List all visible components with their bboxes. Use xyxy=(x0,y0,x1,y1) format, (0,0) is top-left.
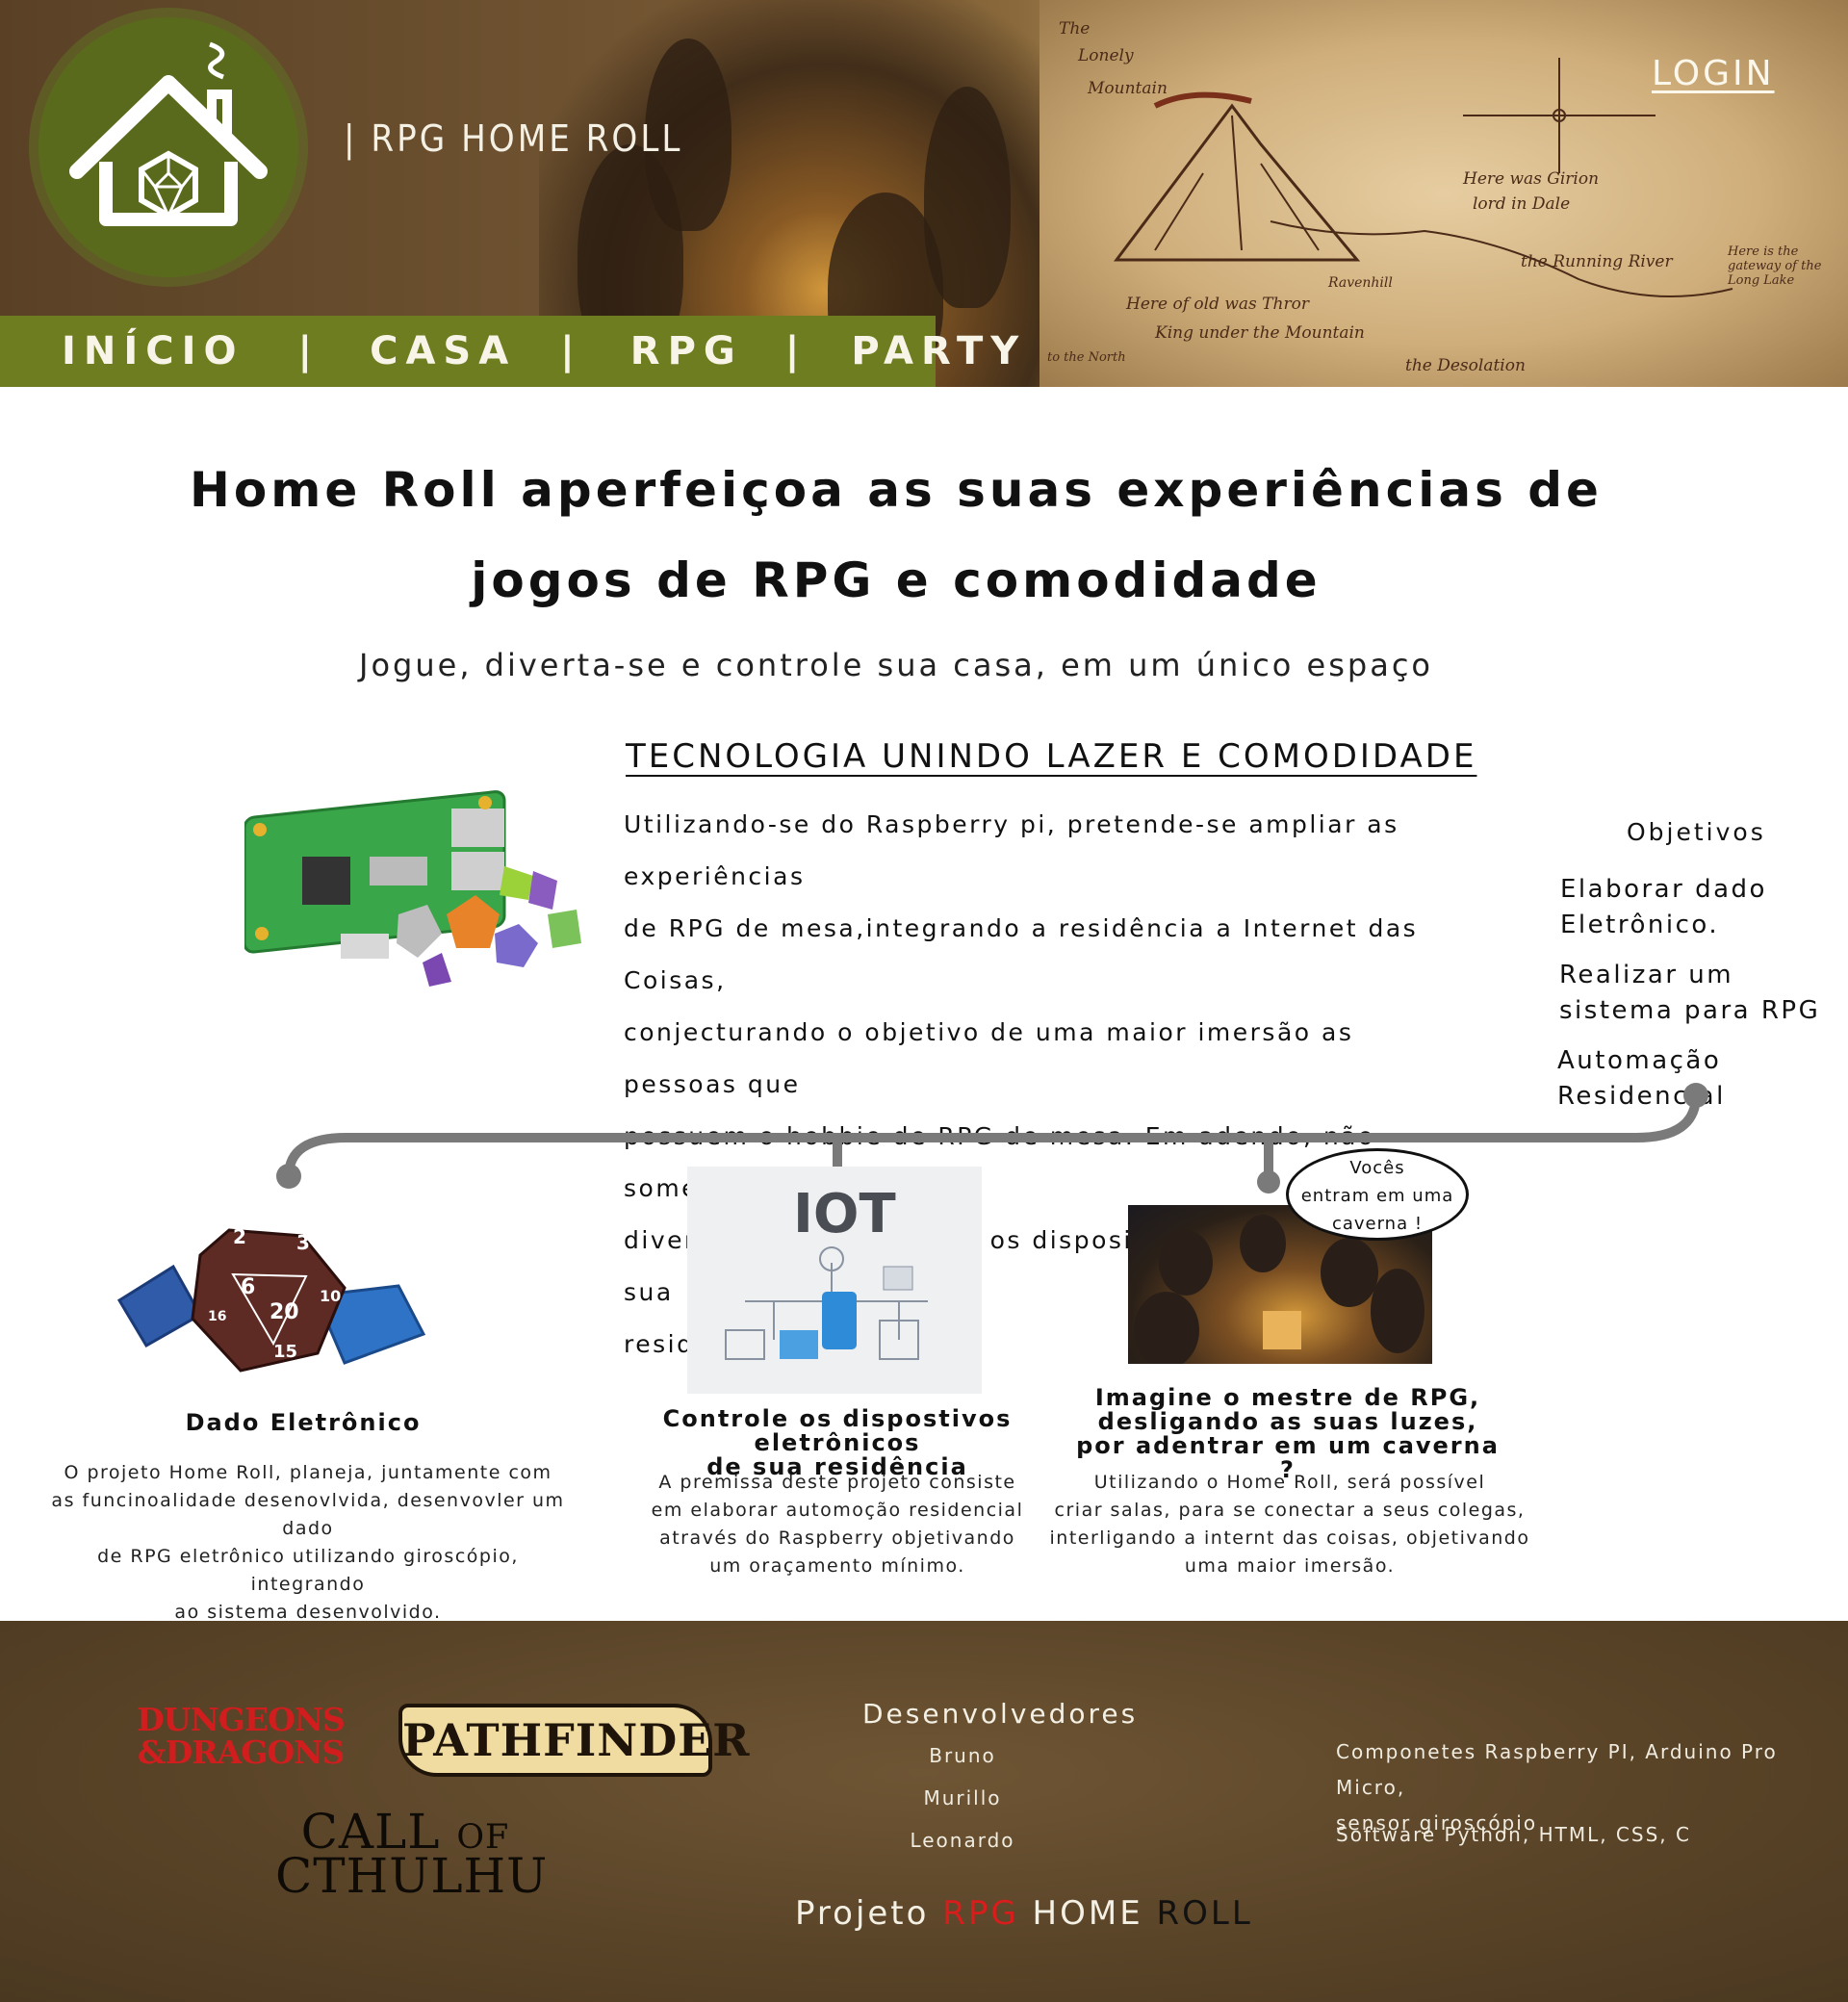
card-body: O projeto Home Roll, planeja, juntamente… xyxy=(38,1459,578,1627)
card-body-line: através do Raspberry objetivando xyxy=(659,1527,1015,1549)
project-rpg: RPG xyxy=(942,1894,1019,1933)
card-body: Utilizando o Home Roll, será possível cr… xyxy=(1049,1469,1530,1580)
components-line: Componetes Raspberry PI, Arduino Pro Mic… xyxy=(1336,1740,1778,1799)
dice-number: 15 xyxy=(273,1342,297,1362)
logo-line: &DRAGONS xyxy=(137,1733,345,1771)
developers-title: Desenvolvedores xyxy=(862,1698,1139,1730)
iot-image: IOT xyxy=(687,1167,982,1394)
project-prefix: Projeto xyxy=(795,1894,943,1933)
dice-number: 20 xyxy=(270,1300,299,1324)
card-body-line: uma maior imersão. xyxy=(1184,1555,1396,1577)
card-title: Imagine o mestre de RPG, desligando as s… xyxy=(1068,1386,1507,1482)
developer-name: Murillo xyxy=(923,1786,1002,1810)
dungeons-dragons-logo[interactable]: DUNGEONS &DRAGONS xyxy=(125,1704,356,1769)
dice-number: 2 xyxy=(233,1225,246,1248)
card-title-line: desligando as suas luzes, xyxy=(1097,1408,1478,1435)
developer-name: Leonardo xyxy=(910,1829,1015,1852)
project-title: Projeto RPG HOME ROLL xyxy=(795,1894,1253,1933)
card-body-line: as funcinoalidade desenovlvida, desenvov… xyxy=(51,1490,565,1539)
dice-number: 16 xyxy=(208,1309,226,1324)
bubble-line: entram em uma xyxy=(1300,1186,1454,1206)
bubble-line: Vocês xyxy=(1349,1158,1405,1178)
card-body-line: A premissa deste projeto consiste xyxy=(658,1472,1016,1493)
project-roll: ROLL xyxy=(1156,1894,1253,1933)
card-body-line: interligando a internt das coisas, objet… xyxy=(1049,1527,1530,1549)
card-title-line: Dado Eletrônico xyxy=(185,1409,422,1436)
logo-line: CTHULHU xyxy=(275,1848,549,1904)
dice-number: 6 xyxy=(241,1275,255,1299)
speech-bubble: Vocês entram em uma caverna ! xyxy=(1286,1148,1469,1241)
electronic-dice-image: 2 3 6 20 15 16 10 xyxy=(114,1219,427,1373)
dice-number: 10 xyxy=(320,1287,341,1305)
card-body-line: Utilizando o Home Roll, será possível xyxy=(1093,1472,1486,1493)
developer-name: Bruno xyxy=(929,1744,996,1767)
card-body-line: um oraçamento mínimo. xyxy=(709,1555,965,1577)
logo-line: DUNGEONS xyxy=(137,1701,346,1738)
card-title-line: Imagine o mestre de RPG, xyxy=(1094,1384,1481,1411)
card-body-line: em elaborar automoção residencial xyxy=(651,1500,1024,1521)
card-body-line: O projeto Home Roll, planeja, juntamente… xyxy=(64,1462,552,1483)
card-title-line: Controle os dispostivos eletrônicos xyxy=(662,1405,1013,1456)
timeline-connector xyxy=(276,1083,1708,1194)
card-body: A premissa deste projeto consiste em ela… xyxy=(606,1469,1068,1580)
software-text: Software Python, HTML, CSS, C xyxy=(1336,1823,1691,1846)
card-body-line: de RPG eletrônico utilizando giroscópio,… xyxy=(97,1546,519,1595)
bubble-line: caverna ! xyxy=(1331,1214,1424,1234)
pathfinder-logo[interactable]: PATHFINDER xyxy=(398,1704,750,1777)
dice-number: 3 xyxy=(296,1231,310,1254)
project-home: HOME xyxy=(1018,1894,1157,1933)
card-title: Dado Eletrônico xyxy=(77,1411,529,1435)
card-body-line: criar salas, para se conectar a seus col… xyxy=(1054,1500,1526,1521)
call-of-cthulhu-logo[interactable]: CALL of CTHULHU xyxy=(275,1808,549,1904)
iot-label: IOT xyxy=(793,1183,896,1245)
